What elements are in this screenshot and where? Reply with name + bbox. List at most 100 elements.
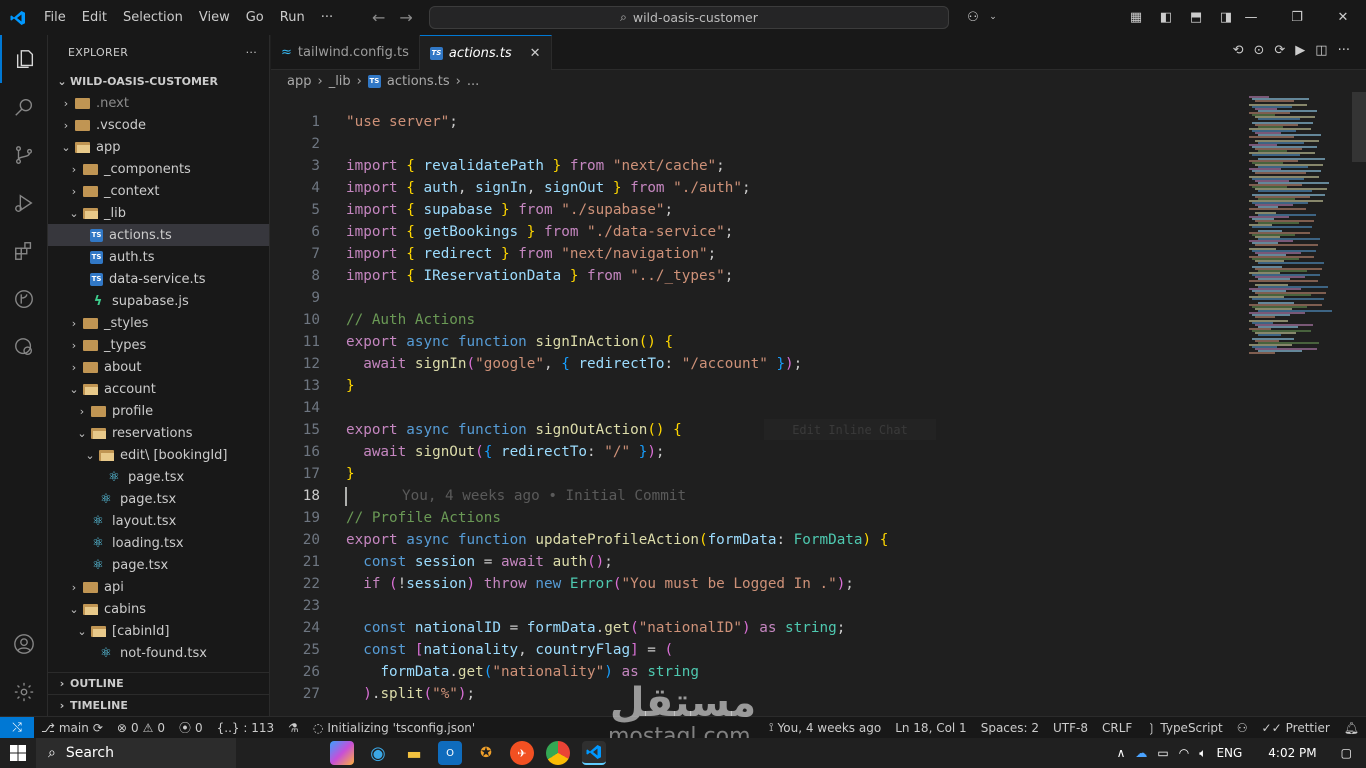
run-debug-icon[interactable]	[0, 179, 48, 227]
notifications-icon[interactable]: ▢	[1341, 746, 1352, 760]
folder-item[interactable]: › profile	[48, 400, 269, 422]
breadcrumb-symbol[interactable]: ...	[467, 74, 479, 89]
close-icon[interactable]: ✕	[530, 46, 541, 61]
copilot-icon[interactable]: ⚇	[962, 6, 984, 28]
timeline-forward-icon[interactable]: ⟳	[1274, 43, 1285, 58]
timeline-back-icon[interactable]: ⟲	[1233, 43, 1244, 58]
minimap[interactable]	[1241, 92, 1366, 705]
menu-go[interactable]: Go	[238, 0, 272, 35]
back-arrow-icon[interactable]: ←	[372, 8, 385, 27]
outlook-icon[interactable]: O	[438, 741, 462, 765]
menu-view[interactable]: View	[191, 0, 238, 35]
folder-item[interactable]: ⌄ _lib	[48, 202, 269, 224]
language-mode[interactable]: ❳ TypeScript	[1139, 721, 1229, 735]
folder-item[interactable]: ⌄ cabins	[48, 598, 269, 620]
forward-arrow-icon[interactable]: →	[399, 8, 412, 27]
copilot-app-icon[interactable]	[330, 741, 354, 765]
file-item[interactable]: TS data-service.ts	[48, 268, 269, 290]
file-item[interactable]: TS auth.ts	[48, 246, 269, 268]
edge-icon[interactable]: ◉	[366, 741, 390, 765]
file-explorer-icon[interactable]: ▬	[402, 741, 426, 765]
tab-tailwind-config[interactable]: ≈ tailwind.config.ts	[271, 35, 420, 70]
run-icon[interactable]: ▶	[1295, 43, 1305, 58]
windows-start-icon[interactable]	[0, 745, 36, 761]
onedrive-icon[interactable]: ☁	[1135, 746, 1147, 760]
menu-file[interactable]: File	[36, 0, 74, 35]
close-window-icon[interactable]: ✕	[1320, 0, 1366, 35]
file-item[interactable]: ⚛ layout.tsx	[48, 510, 269, 532]
chevron-up-icon[interactable]: ∧	[1117, 746, 1126, 760]
file-item[interactable]: ⚛ page.tsx	[48, 466, 269, 488]
toggle-panel-icon[interactable]: ⬒	[1185, 6, 1207, 28]
explorer-more-button[interactable]: ···	[246, 46, 257, 59]
line-endings[interactable]: CRLF	[1095, 721, 1139, 735]
display-icon[interactable]: ▭	[1157, 746, 1168, 760]
restore-icon[interactable]: ❐	[1274, 0, 1320, 35]
folder-item[interactable]: › api	[48, 576, 269, 598]
folder-item[interactable]: › .vscode	[48, 114, 269, 136]
branch-indicator[interactable]: ⎇ main ⟳	[34, 721, 110, 735]
copilot-status-icon[interactable]: ⚇	[1230, 721, 1255, 735]
file-item[interactable]: ⚛ loading.tsx	[48, 532, 269, 554]
ports-indicator[interactable]: ⦿ 0	[172, 719, 210, 736]
taskbar-search[interactable]: ⌕ Search	[36, 738, 236, 768]
folder-item[interactable]: › _types	[48, 334, 269, 356]
folder-item[interactable]: ⌄ reservations	[48, 422, 269, 444]
minimize-icon[interactable]: —	[1228, 0, 1274, 35]
settings-gear-icon[interactable]	[0, 668, 48, 716]
clock[interactable]: 4:02 PM	[1268, 746, 1316, 760]
encoding[interactable]: UTF-8	[1046, 721, 1095, 735]
indentation[interactable]: Spaces: 2	[974, 721, 1046, 735]
breadcrumb-file[interactable]: actions.ts	[387, 74, 450, 89]
cursor-position[interactable]: Ln 18, Col 1	[888, 721, 974, 735]
command-center[interactable]: ⌕ wild-oasis-customer	[429, 6, 949, 29]
folder-item[interactable]: ⌄ app	[48, 136, 269, 158]
folder-item[interactable]: › _components	[48, 158, 269, 180]
code-editor[interactable]: 1 "use server"; 3 import { revalidatePath …	[271, 92, 1241, 705]
outline-section[interactable]: › OUTLINE	[48, 672, 269, 694]
prettier-indicator[interactable]: ✓✓ Prettier	[1255, 721, 1337, 735]
folder-item[interactable]: ⌄ account	[48, 378, 269, 400]
tab-actions[interactable]: TS actions.ts ✕	[419, 35, 552, 70]
postman-icon[interactable]: ✈	[510, 741, 534, 765]
menu-more[interactable]: ···	[313, 0, 341, 35]
file-item[interactable]: ⚛ not-found.tsx	[48, 642, 269, 664]
inline-chat-hint[interactable]: Edit Inline Chat	[764, 419, 936, 440]
input-language[interactable]: ENG	[1216, 746, 1242, 760]
split-editor-icon[interactable]: ◫	[1315, 43, 1327, 58]
file-item[interactable]: ⚛ page.tsx	[48, 488, 269, 510]
folder-item[interactable]: › .next	[48, 92, 269, 114]
folder-item[interactable]: › about	[48, 356, 269, 378]
breadcrumb-app[interactable]: app	[287, 74, 311, 89]
wifi-icon[interactable]: ◠	[1179, 746, 1189, 760]
folder-item[interactable]: ⌄ [cabinId]	[48, 620, 269, 642]
medal-app-icon[interactable]: ✪	[474, 741, 498, 765]
problems-indicator[interactable]: ⊗ 0 ⚠ 0	[110, 721, 172, 735]
git-compare-icon[interactable]: ⊙	[1253, 43, 1264, 58]
file-item[interactable]: ϟ supabase.js	[48, 290, 269, 312]
flask-icon[interactable]: ⚗	[281, 721, 306, 735]
scope-indicator[interactable]: {..} : 113	[210, 721, 281, 735]
menu-run[interactable]: Run	[272, 0, 313, 35]
source-control-icon[interactable]	[0, 131, 48, 179]
vertical-scrollbar[interactable]	[1352, 92, 1366, 162]
git-blame-indicator[interactable]: ⟟ You, 4 weeks ago	[762, 720, 888, 735]
menu-edit[interactable]: Edit	[74, 0, 115, 35]
search-view-icon[interactable]	[0, 83, 48, 131]
project-root[interactable]: ⌄ WILD-OASIS-CUSTOMER	[48, 70, 269, 92]
volume-icon[interactable]: 🔈︎	[1199, 746, 1206, 761]
chrome-icon[interactable]	[546, 741, 570, 765]
remote-indicator-icon[interactable]: ⤭	[0, 716, 34, 739]
file-item[interactable]: ⚛ page.tsx	[48, 554, 269, 576]
menu-selection[interactable]: Selection	[115, 0, 191, 35]
folder-item[interactable]: ⌄ edit\ [bookingId]	[48, 444, 269, 466]
file-item[interactable]: TS actions.ts	[48, 224, 269, 246]
remote-explorer-icon[interactable]	[0, 323, 48, 371]
chevron-down-icon[interactable]: ⌄	[982, 6, 1004, 28]
account-icon[interactable]	[0, 620, 48, 668]
git-graph-icon[interactable]	[0, 275, 48, 323]
folder-item[interactable]: › _context	[48, 180, 269, 202]
breadcrumb-lib[interactable]: _lib	[329, 74, 351, 89]
extensions-icon[interactable]	[0, 227, 48, 275]
timeline-section[interactable]: › TIMELINE	[48, 694, 269, 716]
